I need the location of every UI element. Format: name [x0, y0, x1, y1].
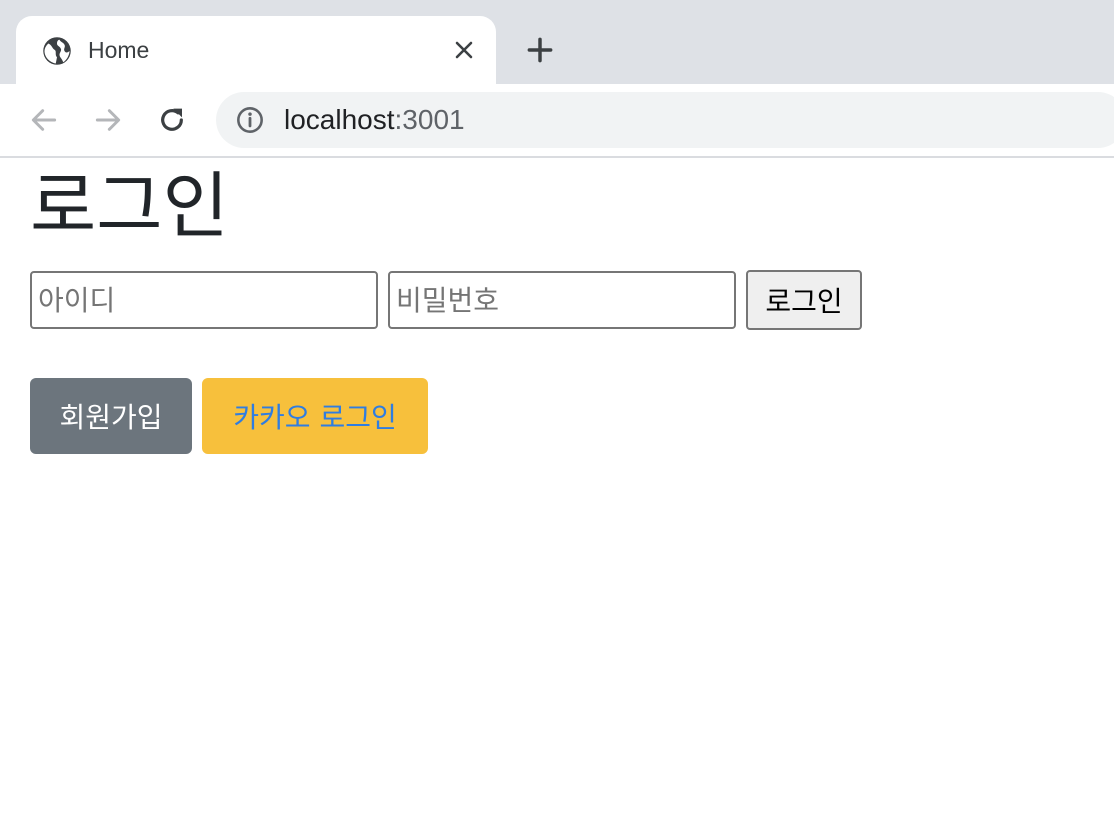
- signup-button[interactable]: 회원가입: [30, 378, 192, 454]
- kakao-login-button[interactable]: 카카오 로그인: [202, 378, 428, 454]
- browser-tab[interactable]: Home: [16, 16, 496, 84]
- arrow-right-icon[interactable]: [92, 104, 124, 136]
- url-host: localhost: [284, 104, 395, 135]
- login-button[interactable]: 로그인: [746, 270, 862, 330]
- plus-icon[interactable]: [524, 34, 556, 66]
- arrow-left-icon[interactable]: [28, 104, 60, 136]
- address-bar[interactable]: localhost:3001: [216, 92, 1114, 148]
- globe-icon: [43, 37, 71, 65]
- page-content: 로그인 로그인 회원가입 카카오 로그인: [0, 158, 1114, 840]
- password-input[interactable]: [388, 271, 736, 329]
- tab-title: Home: [88, 37, 150, 63]
- reload-icon[interactable]: [156, 104, 188, 136]
- browser-toolbar: localhost:3001: [0, 84, 1114, 158]
- id-input[interactable]: [30, 271, 378, 329]
- tab-strip: Home: [0, 0, 1114, 84]
- info-icon[interactable]: [236, 106, 264, 134]
- close-icon[interactable]: [452, 38, 476, 62]
- page-title: 로그인: [30, 164, 229, 248]
- url-port: :3001: [394, 104, 465, 135]
- url-text: localhost:3001: [284, 103, 465, 137]
